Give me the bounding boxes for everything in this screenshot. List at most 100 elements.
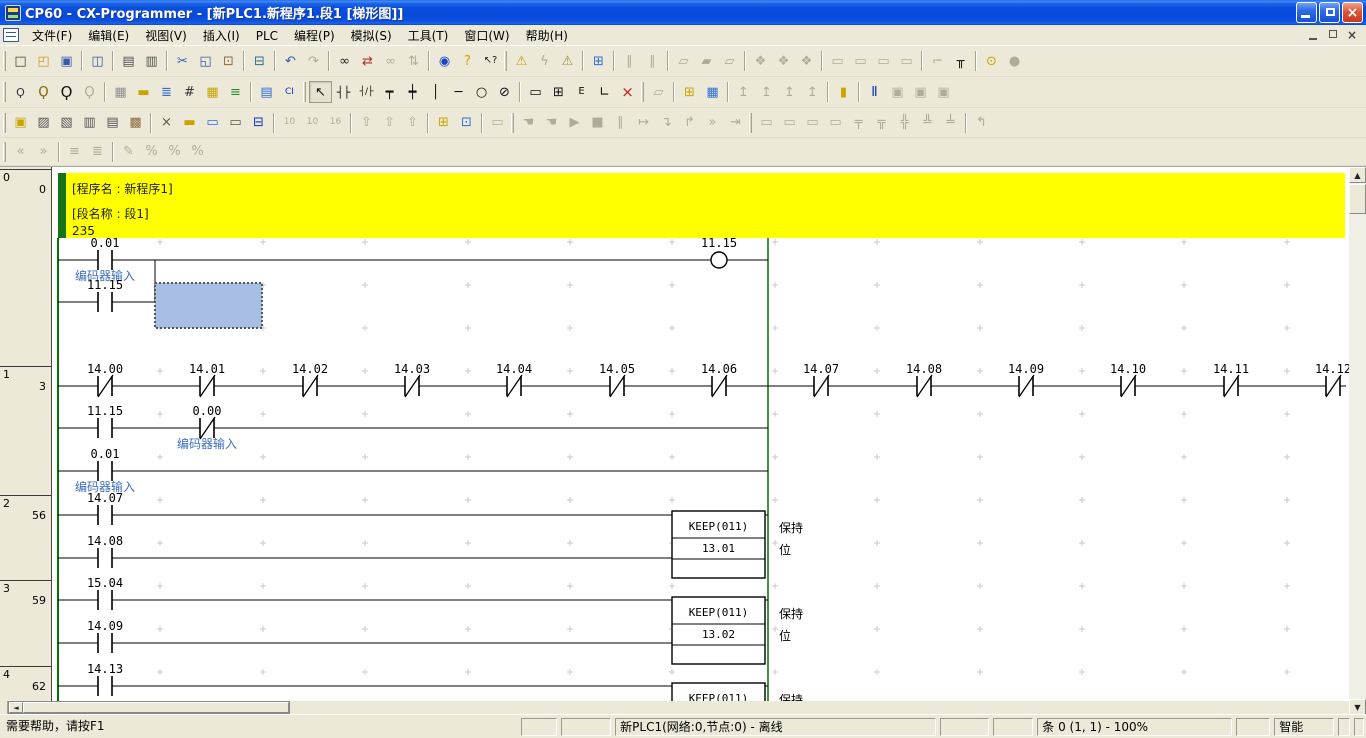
open-button[interactable]: ◰ — [32, 50, 55, 72]
toolbar-grip[interactable] — [3, 113, 6, 133]
menu-item-help[interactable]: 帮助(H) — [518, 26, 576, 45]
annotation-list-button[interactable]: ≣ — [155, 81, 178, 103]
ladder-canvas[interactable]: [程序名 : 新程序1][段名称 : 段1]2350.01编码器输入11.151… — [0, 167, 1349, 702]
cross-reference-window-button[interactable]: ▥ — [78, 112, 101, 134]
menu-item-file[interactable]: 文件(F) — [24, 26, 80, 45]
block-program-button[interactable]: E — [570, 81, 593, 103]
line-connect-button[interactable]: ∟ — [593, 81, 616, 103]
contact-no-button[interactable]: ┤├ — [332, 81, 355, 103]
or-contact-no-button[interactable]: ┯ — [378, 81, 401, 103]
data-trace-button[interactable]: ▦ — [701, 81, 724, 103]
memory-card-button[interactable]: ⊞ — [432, 112, 455, 134]
grid-button[interactable]: ▦ — [109, 81, 132, 103]
context-help-button[interactable]: ↖? — [479, 50, 502, 72]
ci-view-button[interactable]: CI — [278, 81, 301, 103]
cut-button[interactable]: ✂ — [171, 50, 194, 72]
zoom-fit-button[interactable]: Ϙ — [9, 81, 32, 103]
print-button[interactable]: ▤ — [117, 50, 140, 72]
toolbar-grip[interactable] — [641, 82, 644, 102]
minimize-button[interactable] — [1296, 2, 1317, 23]
compile-all-button[interactable]: ⚠ — [556, 50, 579, 72]
section-grid-button[interactable]: ▦ — [201, 81, 224, 103]
paste-special-button[interactable]: ⊟ — [248, 50, 271, 72]
mnemonic-view-button[interactable]: ▤ — [255, 81, 278, 103]
tree-view-button[interactable]: ≡ — [224, 81, 247, 103]
scroll-down-arrow-icon[interactable]: ▼ — [1349, 699, 1366, 714]
plc-clock-button[interactable]: ⊡ — [455, 112, 478, 134]
access-rights-button[interactable]: ⊙ — [980, 50, 1003, 72]
output-window-button[interactable]: ▨ — [32, 112, 55, 134]
find-button[interactable]: ∞ — [333, 50, 356, 72]
toolbar-grip[interactable] — [3, 142, 6, 162]
replace-button[interactable]: ⇄ — [356, 50, 379, 72]
help-button[interactable]: ? — [456, 50, 479, 72]
mdi-minimize-button[interactable] — [1306, 28, 1322, 42]
scroll-left-arrow-icon[interactable]: ◄ — [9, 702, 23, 713]
memory-view-button[interactable]: ⊟ — [247, 112, 270, 134]
vertical-scrollbar[interactable]: ▲ ▼ — [1349, 167, 1366, 714]
closed-coil-button[interactable]: ⊘ — [493, 81, 516, 103]
menu-item-view[interactable]: 视图(V) — [137, 26, 195, 45]
paste-button[interactable]: ⊡ — [217, 50, 240, 72]
undo-button[interactable]: ↶ — [279, 50, 302, 72]
menu-item-edit[interactable]: 编辑(E) — [80, 26, 137, 45]
address-reference-tool-button[interactable]: ▮ — [832, 81, 855, 103]
zoom-in-button[interactable]: Ϙ — [55, 81, 78, 103]
menu-item-tools[interactable]: 工具(T) — [400, 26, 457, 45]
close-button[interactable]: × — [1342, 2, 1363, 23]
contact-nc-button[interactable]: ┤∕├ — [355, 81, 378, 103]
copy-button[interactable]: ◱ — [194, 50, 217, 72]
comment-tag-button[interactable]: ▬ — [132, 81, 155, 103]
ladder-view-button[interactable]: ▭ — [201, 112, 224, 134]
toolbar-grip[interactable] — [504, 51, 507, 71]
io-comment-button[interactable]: # — [178, 81, 201, 103]
vertical-scroll-thumb[interactable] — [1349, 184, 1366, 214]
watch-window-button[interactable]: Ⅱ — [863, 81, 886, 103]
save-button[interactable]: ▣ — [55, 50, 78, 72]
instruction-button[interactable]: ▭ — [524, 81, 547, 103]
watch-sheet-button[interactable]: ▧ — [55, 112, 78, 134]
horizontal-line-button[interactable]: ─ — [447, 81, 470, 103]
compile-button[interactable]: ◫ — [86, 50, 109, 72]
cross-reference-report-button[interactable]: × — [155, 112, 178, 134]
selected-cell[interactable] — [155, 283, 262, 328]
time-chart-monitor-button[interactable]: ╥ — [949, 50, 972, 72]
mdi-close-button[interactable]: × — [1344, 28, 1360, 42]
toolbar-grip[interactable] — [303, 82, 306, 102]
pane-splitter[interactable] — [0, 701, 8, 714]
zoom-custom-button[interactable]: Ϙ — [32, 81, 55, 103]
instruction-detail-button[interactable]: ⊞ — [547, 81, 570, 103]
about-button[interactable]: ◉ — [433, 50, 456, 72]
or-contact-nc-button[interactable]: ┿ — [401, 81, 424, 103]
menu-item-program[interactable]: 编程(P) — [286, 26, 343, 45]
toolbar-grip[interactable] — [3, 51, 6, 71]
rung-header-1[interactable]: 13 — [0, 366, 51, 495]
trace-stack-button[interactable]: ⊞ — [678, 81, 701, 103]
toolbar-grip[interactable] — [749, 113, 752, 133]
new-button[interactable]: □ — [9, 50, 32, 72]
project-workspace-button[interactable]: ▣ — [9, 112, 32, 134]
toolbar-grip[interactable] — [511, 113, 514, 133]
coil-button[interactable]: ○ — [470, 81, 493, 103]
menu-item-simulation[interactable]: 模拟(S) — [343, 26, 400, 45]
select-tool-button[interactable]: ↖ — [309, 81, 332, 103]
rung-header-0[interactable]: 00 — [0, 169, 51, 366]
compile-check-button[interactable]: ⚠ — [510, 50, 533, 72]
properties-button[interactable]: ▩ — [124, 112, 147, 134]
mnemonic-window-button[interactable]: ▭ — [224, 112, 247, 134]
menu-item-plc[interactable]: PLC — [248, 26, 286, 45]
horizontal-scroll-thumb[interactable] — [23, 702, 289, 713]
mdi-restore-button[interactable] — [1325, 28, 1341, 42]
vertical-line-button[interactable]: │ — [424, 81, 447, 103]
restore-button[interactable] — [1319, 2, 1340, 23]
menu-item-window[interactable]: 窗口(W) — [456, 26, 517, 45]
section-banner[interactable] — [58, 173, 1345, 238]
scroll-up-arrow-icon[interactable]: ▲ — [1349, 167, 1366, 183]
rung-header-3[interactable]: 359 — [0, 580, 51, 666]
rung-header-2[interactable]: 256 — [0, 495, 51, 580]
horizontal-scrollbar[interactable]: ◄ — [8, 701, 290, 714]
toolbar-grip[interactable] — [3, 82, 6, 102]
print-preview-button[interactable]: ▥ — [140, 50, 163, 72]
delete-tool-button[interactable]: × — [616, 81, 639, 103]
simulator-online-button[interactable]: ⊞ — [587, 50, 610, 72]
